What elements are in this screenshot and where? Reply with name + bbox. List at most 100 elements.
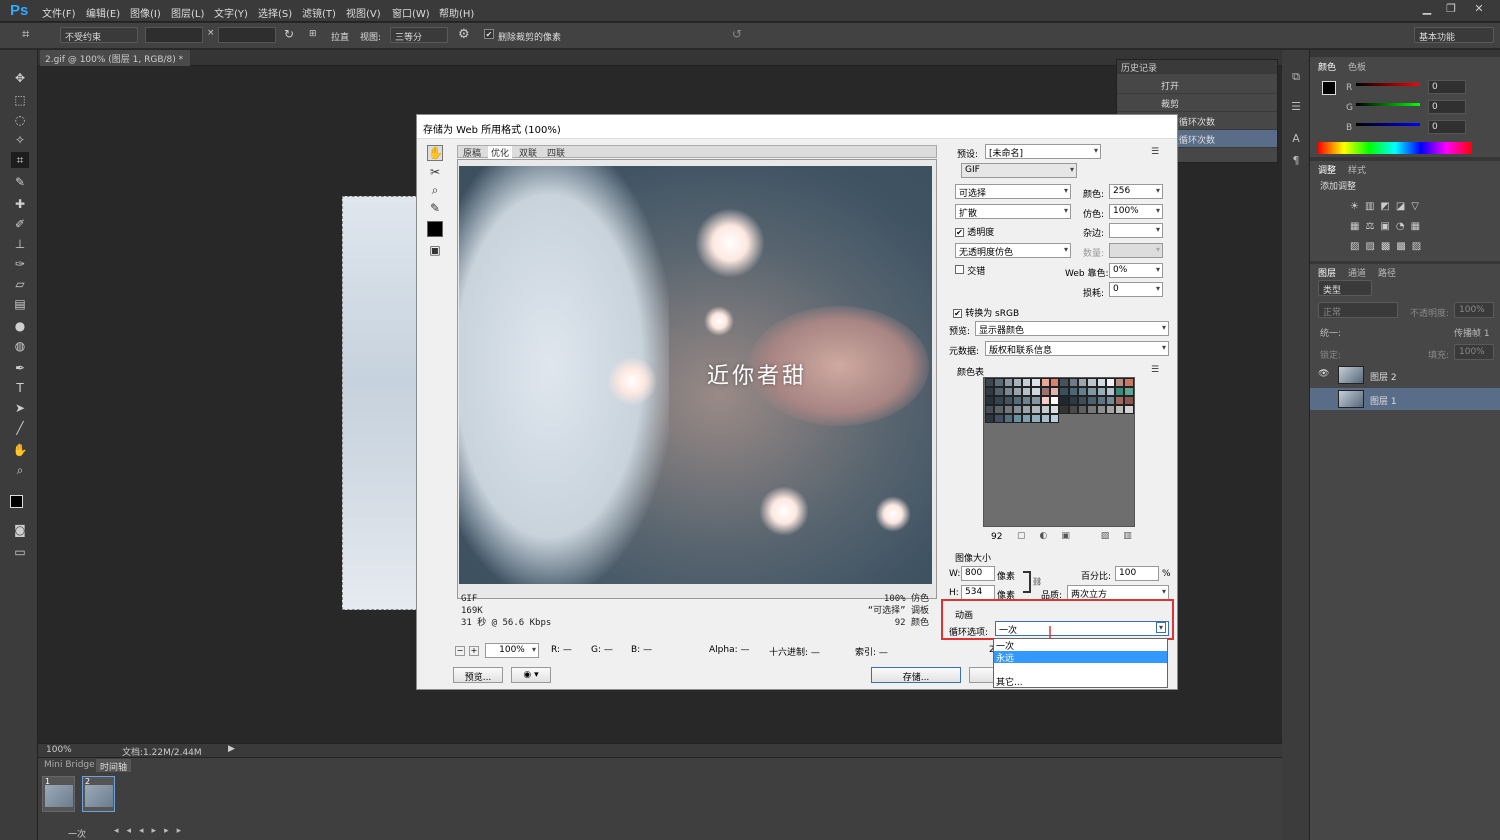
quick-select-tool-icon[interactable]: ✧ bbox=[11, 132, 29, 148]
browser-select[interactable]: ◉ ▾ bbox=[511, 667, 551, 683]
loop-option-forever[interactable]: 永远 bbox=[994, 651, 1167, 664]
tab-channels[interactable]: 通道 bbox=[1348, 266, 1366, 279]
zoom-tool-icon[interactable]: ⌕ bbox=[427, 183, 443, 199]
color-swatch[interactable] bbox=[994, 414, 1004, 423]
color-swatch[interactable] bbox=[1012, 414, 1023, 423]
color-swatch[interactable] bbox=[1087, 396, 1097, 405]
color-swatch[interactable] bbox=[1115, 387, 1125, 396]
foreground-color-swatch[interactable] bbox=[1322, 81, 1336, 95]
color-swatch[interactable] bbox=[1031, 378, 1041, 387]
opacity-field[interactable]: 100% bbox=[1454, 302, 1494, 318]
color-swatch[interactable] bbox=[1105, 387, 1116, 396]
properties-icon[interactable]: ☰ bbox=[1289, 100, 1303, 114]
color-swatch[interactable] bbox=[1022, 387, 1032, 396]
zoom-level[interactable]: 100% bbox=[46, 745, 72, 755]
marquee-tool-icon[interactable]: ⬚ bbox=[11, 92, 29, 108]
color-swatch[interactable] bbox=[994, 396, 1004, 405]
menu-edit[interactable]: 编辑(E) bbox=[86, 5, 120, 20]
layer-row[interactable]: 图层 1 bbox=[1310, 388, 1500, 410]
b-slider[interactable] bbox=[1356, 123, 1420, 126]
menu-view[interactable]: 视图(V) bbox=[346, 5, 381, 20]
color-swatch[interactable] bbox=[1059, 396, 1069, 405]
tab-color[interactable]: 颜色 bbox=[1318, 60, 1336, 73]
color-swatch[interactable] bbox=[1077, 405, 1088, 414]
ratio-select[interactable]: 不受约束 bbox=[60, 27, 138, 43]
color-swatch[interactable] bbox=[1059, 387, 1069, 396]
color-swatch[interactable] bbox=[1124, 405, 1134, 414]
color-swatch[interactable] bbox=[1059, 378, 1069, 387]
color-swatch[interactable] bbox=[1077, 378, 1088, 387]
color-swatch[interactable] bbox=[1087, 387, 1097, 396]
color-swatch[interactable] bbox=[1105, 378, 1116, 387]
workspace-select[interactable]: 基本功能 bbox=[1414, 27, 1494, 43]
color-table-menu-icon[interactable]: ☰ bbox=[1151, 365, 1159, 375]
hand-tool-icon[interactable]: ✋ bbox=[427, 145, 443, 161]
menu-help[interactable]: 帮助(H) bbox=[439, 5, 474, 20]
timeline-frame[interactable]: 2 bbox=[82, 776, 115, 812]
menu-filter[interactable]: 滤镜(T) bbox=[302, 5, 336, 20]
path-select-icon[interactable]: ➤ bbox=[11, 400, 29, 416]
color-swatch[interactable] bbox=[1096, 387, 1106, 396]
color-swatch[interactable] bbox=[1077, 396, 1088, 405]
color-swatch[interactable] bbox=[1031, 414, 1041, 423]
tab-4up[interactable]: 四联 bbox=[544, 146, 568, 159]
color-swatch[interactable] bbox=[1003, 396, 1013, 405]
color-swatch[interactable] bbox=[1050, 387, 1060, 396]
blur-tool-icon[interactable]: ● bbox=[11, 318, 29, 334]
menu-image[interactable]: 图像(I) bbox=[130, 5, 161, 20]
color-swatches[interactable] bbox=[985, 378, 1135, 423]
tab-timeline[interactable]: 时间轴 bbox=[96, 759, 132, 773]
color-swatch[interactable] bbox=[994, 387, 1004, 396]
color-swatch[interactable] bbox=[985, 387, 995, 396]
swap-icon[interactable]: × bbox=[207, 28, 215, 38]
preview-select[interactable]: 显示器颜色 ▾ bbox=[975, 321, 1169, 336]
save-button[interactable]: 存储... bbox=[871, 667, 961, 683]
color-swatch[interactable] bbox=[1115, 396, 1125, 405]
eyedropper-color-swatch[interactable] bbox=[427, 221, 443, 237]
eyedropper-tool-icon[interactable]: ✎ bbox=[427, 201, 443, 217]
crop-tool-icon[interactable]: ⌗ bbox=[22, 27, 29, 42]
tab-layers[interactable]: 图层 bbox=[1318, 266, 1336, 279]
menu-window[interactable]: 窗口(W) bbox=[392, 5, 430, 20]
tab-swatches[interactable]: 色板 bbox=[1348, 60, 1366, 73]
dodge-tool-icon[interactable]: ◍ bbox=[11, 338, 29, 354]
color-swatch[interactable] bbox=[1022, 414, 1032, 423]
color-swatch[interactable] bbox=[1096, 396, 1106, 405]
adjustment-icons[interactable]: ☀▥◩◪▽ ▦⚖▣◔▦ ▨▨▩▩▨ bbox=[1350, 197, 1470, 257]
dither-field[interactable]: 100% ▾ bbox=[1109, 204, 1163, 219]
color-swatch[interactable] bbox=[1040, 405, 1051, 414]
gradient-tool-icon[interactable]: ▤ bbox=[11, 296, 29, 312]
color-swatch[interactable] bbox=[1031, 405, 1041, 414]
tab-styles[interactable]: 样式 bbox=[1348, 163, 1366, 176]
history-icon[interactable]: ⧉ bbox=[1289, 70, 1303, 84]
fill-field[interactable]: 100% bbox=[1454, 344, 1494, 360]
color-swatch[interactable] bbox=[1068, 405, 1078, 414]
tab-adjustments[interactable]: 调整 bbox=[1318, 163, 1336, 176]
color-reduction-select[interactable]: 可选择 ▾ bbox=[955, 184, 1071, 199]
tab-mini-bridge[interactable]: Mini Bridge bbox=[40, 759, 99, 772]
timeline-controls[interactable]: ◂◂◂▸▸▸ bbox=[114, 826, 189, 836]
eyedropper-tool-icon[interactable]: ✎ bbox=[11, 174, 29, 190]
color-swatch[interactable] bbox=[1022, 396, 1032, 405]
color-swatch[interactable] bbox=[1050, 378, 1060, 387]
slice-select-icon[interactable]: ✂ bbox=[427, 165, 443, 181]
layer-row[interactable]: 👁 图层 2 bbox=[1310, 364, 1500, 386]
quick-mask-icon[interactable]: ◙ bbox=[11, 522, 29, 538]
colors-field[interactable]: 256 ▾ bbox=[1109, 184, 1163, 199]
height-field[interactable]: 534 bbox=[961, 585, 995, 600]
color-swatch[interactable] bbox=[1031, 396, 1041, 405]
color-swatch[interactable] bbox=[985, 378, 995, 387]
visibility-eye-icon[interactable]: 👁 bbox=[1318, 369, 1329, 379]
pen-tool-icon[interactable]: ✒ bbox=[11, 360, 29, 376]
color-swatch[interactable] bbox=[985, 396, 995, 405]
view-select[interactable]: 三等分 bbox=[390, 27, 448, 43]
restore-icon[interactable]: ❐ bbox=[1442, 2, 1460, 18]
crop-tool-icon[interactable]: ⌗ bbox=[11, 152, 29, 168]
eraser-tool-icon[interactable]: ▱ bbox=[11, 276, 29, 292]
amount-field[interactable]: ▾ bbox=[1109, 243, 1163, 258]
dither-algorithm-select[interactable]: 扩散 ▾ bbox=[955, 204, 1071, 219]
color-swatch[interactable] bbox=[1040, 378, 1051, 387]
minimize-icon[interactable]: ▁ bbox=[1418, 2, 1436, 18]
color-swatch[interactable] bbox=[1003, 414, 1013, 423]
color-swatch[interactable] bbox=[1012, 396, 1023, 405]
